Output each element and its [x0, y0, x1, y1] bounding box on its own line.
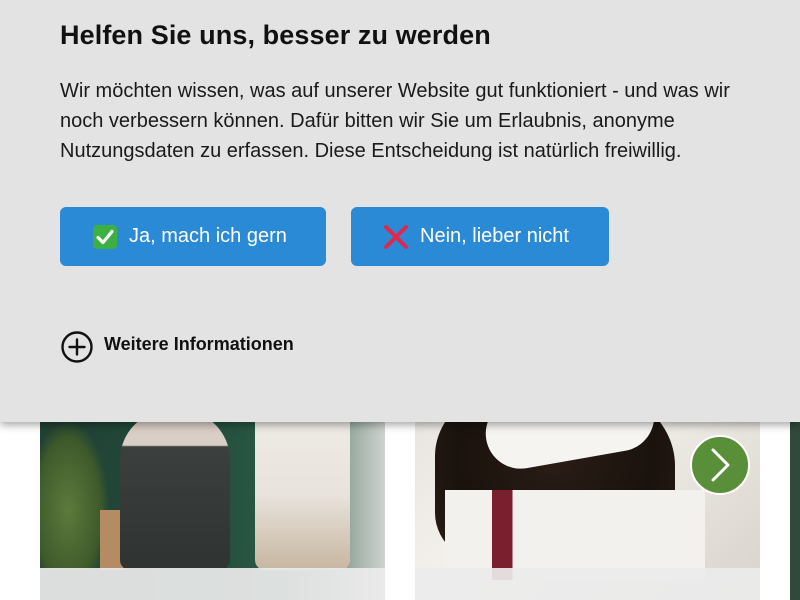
shirt-shape: [445, 490, 705, 580]
accept-button-label: Ja, mach ich gern: [129, 225, 287, 247]
cross-mark-icon: [383, 224, 409, 250]
chevron-right-icon: [711, 448, 730, 482]
person-shape: [120, 410, 230, 570]
check-mark-icon: [92, 224, 118, 250]
decline-button[interactable]: Nein, lieber nicht: [351, 207, 609, 266]
more-info-label: Weitere Informationen: [104, 333, 294, 354]
decline-button-label: Nein, lieber nicht: [420, 225, 569, 247]
teaser-card-1-caption: [40, 568, 385, 600]
consent-title: Helfen Sie uns, besser zu werden: [60, 20, 491, 50]
consent-description: Wir möchten wissen, was auf unserer Webs…: [60, 80, 730, 162]
plus-circle-icon: [61, 331, 93, 363]
consent-banner: Helfen Sie uns, besser zu werden Wir möc…: [0, 0, 800, 422]
accept-button[interactable]: Ja, mach ich gern: [60, 207, 326, 266]
more-info-toggle[interactable]: Weitere Informationen: [60, 330, 294, 364]
slider-next-button[interactable]: [690, 435, 750, 495]
teaser-card-2-caption: [415, 568, 760, 600]
